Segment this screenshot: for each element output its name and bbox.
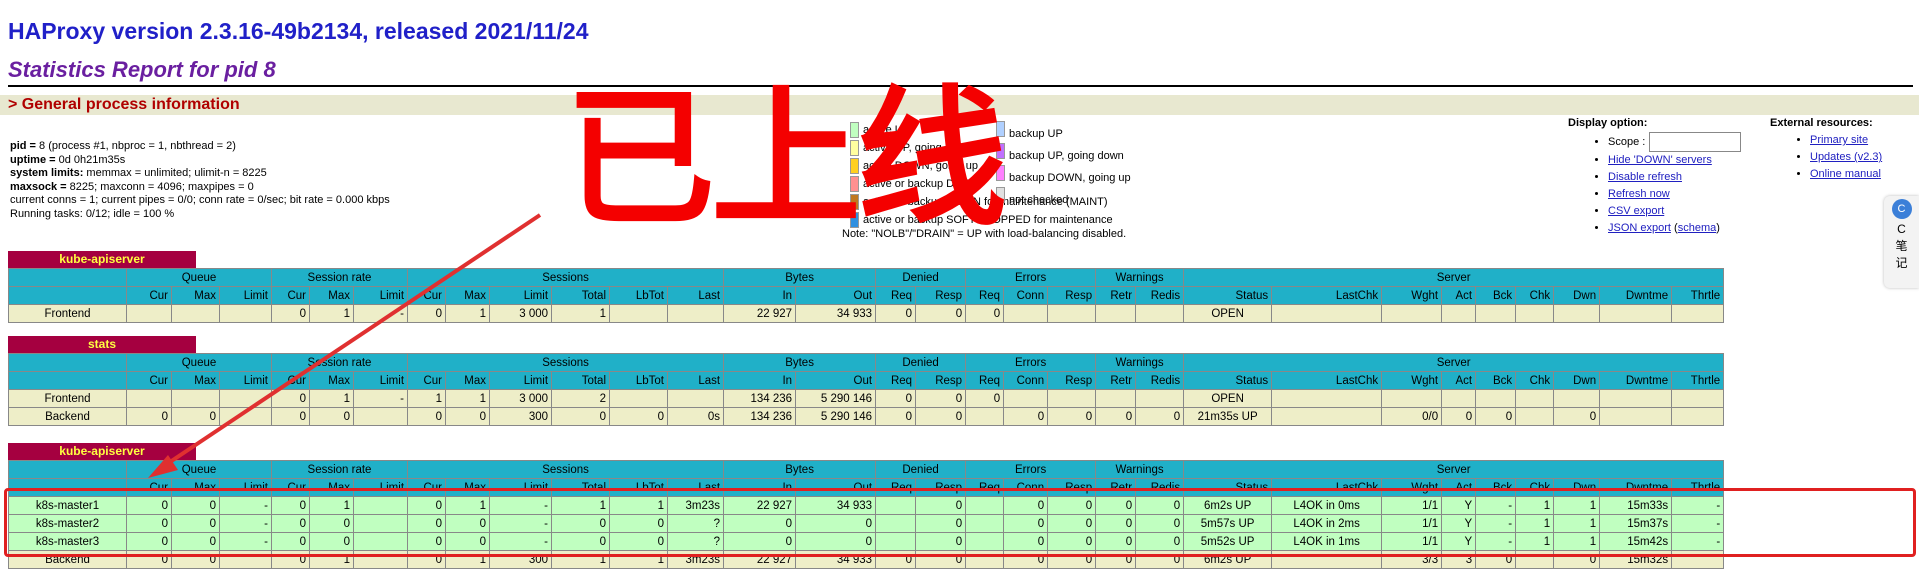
annotation-arrow xyxy=(148,213,542,478)
